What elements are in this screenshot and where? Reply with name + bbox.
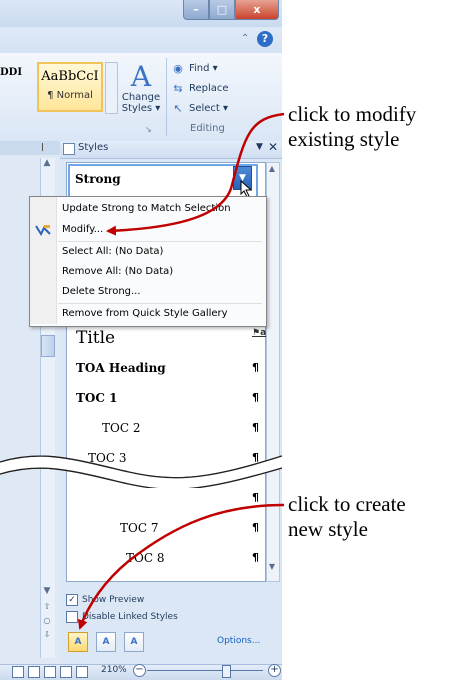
annotation-modify: click to modify existing style [288, 102, 416, 152]
new-style-arrow [77, 503, 285, 630]
modify-arrow [106, 112, 285, 236]
annotation-create-line2: new style [288, 517, 368, 541]
annotation-modify-line2: existing style [288, 127, 400, 151]
annotation-modify-line1: click to modify [288, 102, 417, 126]
annotation-create: click to create new style [288, 492, 406, 542]
annotation-create-line1: click to create [288, 492, 406, 516]
